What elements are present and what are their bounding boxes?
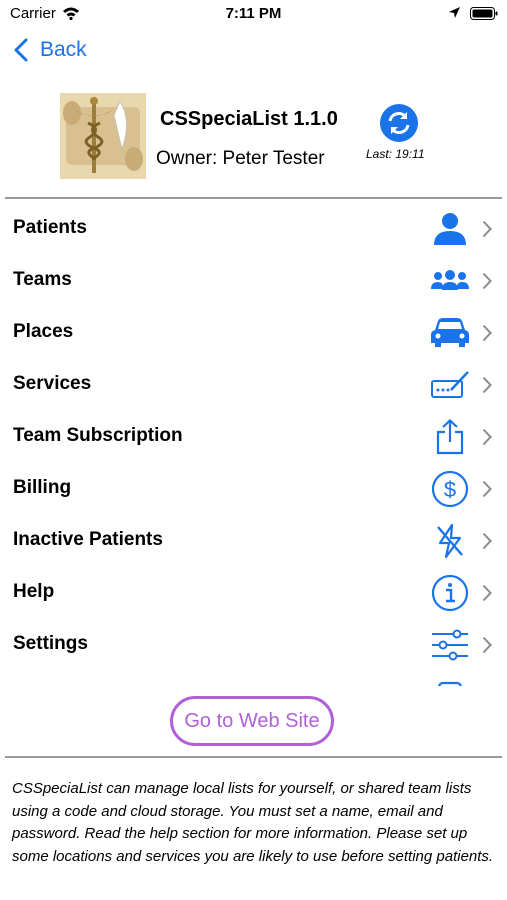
chevron-left-icon <box>14 38 28 62</box>
bolt-slash-icon <box>430 522 470 560</box>
app-logo <box>60 93 146 179</box>
menu-item-help[interactable]: Help <box>0 566 507 618</box>
menu-item-places[interactable]: Places <box>0 306 507 358</box>
chevron-right-icon <box>482 272 492 290</box>
back-label: Back <box>40 38 87 61</box>
share-icon <box>430 418 470 456</box>
menu-item-label: Places <box>13 321 74 342</box>
chevron-right-icon <box>482 532 492 550</box>
screen: Carrier 7:11 PM Back CSSpeciaList 1.1.0 … <box>0 0 507 900</box>
svg-text:$: $ <box>444 477 456 502</box>
footer-divider <box>5 756 502 758</box>
signature-icon <box>430 366 470 404</box>
chevron-right-icon <box>482 480 492 498</box>
menu-item-teams[interactable]: Teams <box>0 254 507 306</box>
menu-item-label: Inactive Patients <box>13 529 163 550</box>
back-button[interactable]: Back <box>14 38 87 62</box>
menu-item-partial[interactable] <box>0 670 507 686</box>
go-to-web-site-button[interactable]: Go to Web Site <box>170 696 334 746</box>
last-sync-label: Last: 19:11 <box>366 147 425 161</box>
chevron-right-icon <box>482 324 492 342</box>
status-bar: Carrier 7:11 PM <box>0 0 507 30</box>
menu-item-settings[interactable]: Settings <box>0 618 507 670</box>
refresh-icon <box>380 104 418 142</box>
sync-button[interactable] <box>378 102 420 144</box>
menu-item-label: Patients <box>13 217 87 238</box>
person-icon <box>430 210 470 248</box>
menu-item-label: Billing <box>13 477 72 498</box>
menu-item-label: Services <box>13 373 92 394</box>
sliders-icon <box>430 626 470 664</box>
app-title: CSSpeciaList 1.1.0 <box>160 108 338 130</box>
menu-item-team-subscription[interactable]: Team Subscription <box>0 410 507 462</box>
info-circle-icon <box>430 574 470 612</box>
menu-item-inactive-patients[interactable]: Inactive Patients <box>0 514 507 566</box>
header-divider <box>5 197 502 199</box>
chevron-right-icon <box>482 584 492 602</box>
chevron-right-icon <box>482 220 492 238</box>
car-icon <box>430 314 470 352</box>
menu-item-label: Teams <box>13 269 72 290</box>
info-text: CSSpeciaList can manage local lists for … <box>12 780 494 865</box>
battery-icon <box>470 7 498 25</box>
menu-item-label: Settings <box>13 633 88 654</box>
dollar-circle-icon: $ <box>430 470 470 508</box>
menu-item-services[interactable]: Services <box>0 358 507 410</box>
menu-item-billing[interactable]: Billing $ <box>0 462 507 514</box>
document-icon <box>430 678 470 686</box>
people-icon <box>430 262 470 300</box>
menu-item-label: Team Subscription <box>13 425 183 446</box>
clock: 7:11 PM <box>225 5 282 22</box>
menu-list: Patients Teams Places Services Team Subs… <box>0 200 507 686</box>
owner-label: Owner: Peter Tester <box>156 148 325 169</box>
chevron-right-icon <box>482 428 492 446</box>
menu-item-label: Help <box>13 581 55 602</box>
chevron-right-icon <box>482 636 492 654</box>
chevron-right-icon <box>482 376 492 394</box>
location-arrow-icon <box>448 6 461 24</box>
menu-item-patients[interactable]: Patients <box>0 202 507 254</box>
